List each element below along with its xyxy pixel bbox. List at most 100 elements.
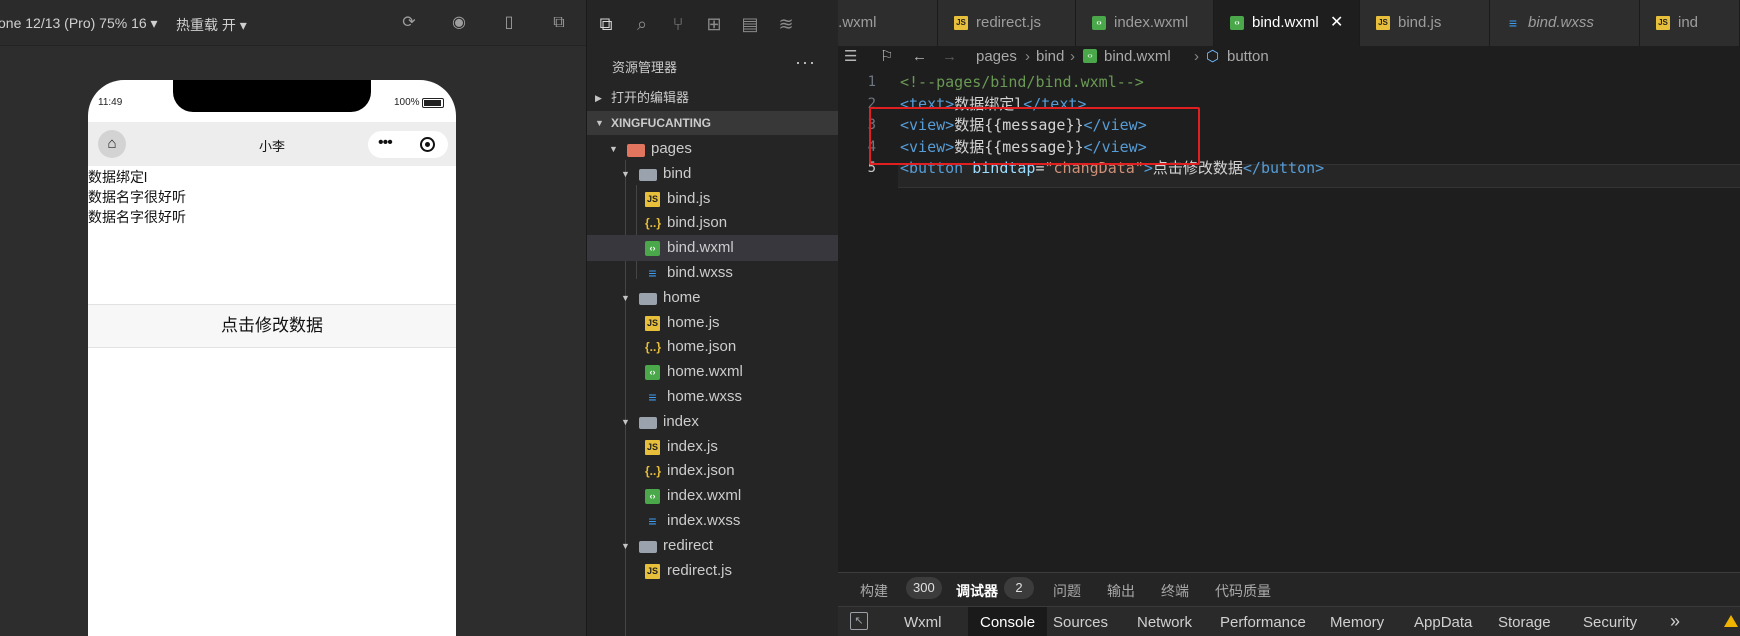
open-editors-section[interactable]: ▶ 打开的编辑器 [587, 86, 839, 110]
tree-item[interactable]: ‹› home.wxml [587, 359, 839, 385]
project-section[interactable]: ▼ XINGFUCANTING [587, 111, 839, 135]
editor-tab[interactable]: JS ind [1640, 0, 1740, 46]
battery-icon [422, 98, 444, 108]
devtools-tab-console[interactable]: Console [968, 607, 1048, 636]
page-view-1: 数据名字很好听 [88, 189, 186, 205]
editor-tabbar: t.wxml JS redirect.js ‹› index.wxml ‹› bind.wx… [838, 0, 1740, 46]
tree-item[interactable]: {..} bind.json [587, 210, 839, 236]
tree-item[interactable]: JS home.js [587, 310, 839, 336]
forward-arrow-icon[interactable]: → [942, 46, 957, 68]
phone-notch [173, 80, 371, 112]
devtools-tab-wxml[interactable]: Wxml [904, 614, 942, 631]
breadcrumb-element[interactable]: button [1227, 46, 1269, 68]
tab-build[interactable]: 构建 [860, 581, 888, 601]
hot-reload-toggle[interactable]: 热重载 开 ▾ [176, 15, 247, 35]
tree-item[interactable]: JS index.js [587, 434, 839, 460]
files-icon[interactable]: ⧉ [595, 13, 617, 35]
devtools-tab-storage[interactable]: Storage [1498, 614, 1551, 631]
editor-tab[interactable]: ‹› bind.wxml ✕ [1214, 0, 1360, 46]
js-file-icon: JS [645, 439, 660, 455]
chevron-down-icon: ▼ [621, 168, 630, 179]
tree-item[interactable]: JS redirect.js [587, 558, 839, 584]
tree-item[interactable]: ▼ home [587, 285, 839, 311]
breadcrumb: ☰ ⚐ ← → pages › bind › ‹› bind.wxml › ⬡ … [838, 46, 1740, 68]
list-icon[interactable]: ☰ [844, 46, 857, 68]
tab-code-quality[interactable]: 代码质量 [1215, 581, 1271, 601]
more-dots-icon[interactable]: ••• [378, 134, 393, 152]
outline-icon[interactable]: ▤ [739, 13, 761, 35]
js-file-icon: JS [954, 16, 968, 30]
source-control-icon[interactable]: ⑂ [667, 13, 689, 35]
close-target-icon[interactable] [420, 137, 435, 152]
tree-item-label: index.wxss [667, 512, 741, 529]
tree-item[interactable]: {..} home.json [587, 334, 839, 360]
tree-item-label: pages [651, 140, 692, 157]
tab-terminal[interactable]: 终端 [1161, 581, 1189, 601]
page-view-2: 数据名字很好听 [88, 209, 186, 225]
status-time: 11:49 [98, 97, 123, 108]
phone-icon[interactable]: ▯ [499, 13, 519, 33]
page-text: 数据绑定l [88, 169, 148, 185]
tree-item-label: index.json [667, 462, 735, 480]
stop-icon[interactable]: ◉ [449, 13, 469, 33]
tab-output[interactable]: 输出 [1107, 581, 1135, 601]
tree-item[interactable]: {..} index.json [587, 458, 839, 484]
tree-item[interactable]: ≡ home.wxss [587, 384, 839, 410]
close-icon[interactable]: ✕ [1330, 0, 1343, 46]
devtools-tab-network[interactable]: Network [1137, 614, 1192, 631]
refresh-icon[interactable]: ⟳ [399, 13, 419, 33]
folder-icon [639, 292, 657, 305]
devtools-tab-performance[interactable]: Performance [1220, 614, 1306, 631]
extensions-icon[interactable]: ⊞ [703, 13, 725, 35]
editor-tab[interactable]: t.wxml [838, 0, 938, 46]
editor-tab[interactable]: ‹› index.wxml [1076, 0, 1214, 46]
tab-debugger[interactable]: 调试器 [956, 581, 998, 601]
chevron-down-icon: ▼ [621, 540, 630, 551]
change-data-button[interactable]: 点击修改数据 [88, 304, 456, 348]
tree-item[interactable]: JS bind.js [587, 186, 839, 212]
tree-item[interactable]: ‹› index.wxml [587, 483, 839, 509]
tree-item[interactable]: ▼ bind [587, 161, 839, 187]
editor-tab[interactable]: ≡ bind.wxss [1490, 0, 1640, 46]
js-file-icon: JS [645, 315, 660, 331]
tab-issues[interactable]: 问题 [1053, 581, 1081, 601]
tree-item-label: redirect.js [667, 561, 733, 579]
json-file-icon: {..} [645, 216, 662, 231]
tree-item[interactable]: ‹› bind.wxml [587, 235, 839, 262]
warning-icon[interactable] [1724, 615, 1738, 627]
code-line[interactable]: <!--pages/bind/bind.wxml--> [900, 70, 1144, 94]
tree-item-label: home.json [667, 338, 737, 356]
tree-item-label: bind [663, 164, 692, 182]
devtools-tab-appdata[interactable]: AppData [1414, 614, 1472, 631]
editor-tab[interactable]: JS bind.js [1360, 0, 1490, 46]
tree-item-label: bind.js [667, 189, 711, 207]
breadcrumb-file[interactable]: bind.wxml [1104, 46, 1171, 68]
devtools-tab-security[interactable]: Security [1583, 614, 1637, 631]
devtools-tab-memory[interactable]: Memory [1330, 614, 1384, 631]
ide-window: one 12/13 (Pro) 75% 16 ▾ 热重载 开 ▾ ⟳ ◉ ▯ ⧉… [0, 0, 1740, 636]
docker-icon[interactable]: ≋ [775, 13, 797, 35]
breadcrumb-bind[interactable]: bind [1036, 46, 1064, 68]
capsule-menu[interactable]: ••• [368, 131, 448, 158]
inspect-element-icon[interactable]: ↖ [850, 612, 868, 630]
tree-item-label: home.wxml [667, 363, 743, 381]
tree-item[interactable]: ▼ pages [587, 136, 839, 162]
back-arrow-icon[interactable]: ← [912, 46, 927, 68]
explorer-more-icon[interactable]: ··· [795, 52, 816, 73]
tree-item[interactable]: ▼ redirect [587, 533, 839, 559]
bookmark-icon[interactable]: ⚐ [880, 46, 893, 68]
project-label: XINGFUCANTING [611, 116, 711, 130]
detach-window-icon[interactable]: ⧉ [549, 13, 569, 33]
device-select[interactable]: one 12/13 (Pro) 75% 16 ▾ [0, 15, 158, 32]
wxss-file-icon: ≡ [648, 389, 657, 405]
wxml-file-icon: ‹› [1230, 16, 1244, 30]
search-icon[interactable]: ⌕ [631, 13, 653, 35]
tree-item[interactable]: ▼ index [587, 409, 839, 435]
devtools-tab-sources[interactable]: Sources [1053, 614, 1108, 631]
phone-screen: 11:49 100% ⌂ 小李 ••• 数据绑定l 数据名字很好听 数据名字很好… [88, 80, 456, 636]
devtools-more-icon[interactable]: » [1670, 611, 1680, 632]
tree-item[interactable]: ≡ index.wxss [587, 508, 839, 534]
editor-tab[interactable]: JS redirect.js [938, 0, 1076, 46]
breadcrumb-pages[interactable]: pages [976, 46, 1017, 68]
tree-item[interactable]: ≡ bind.wxss [587, 260, 839, 286]
